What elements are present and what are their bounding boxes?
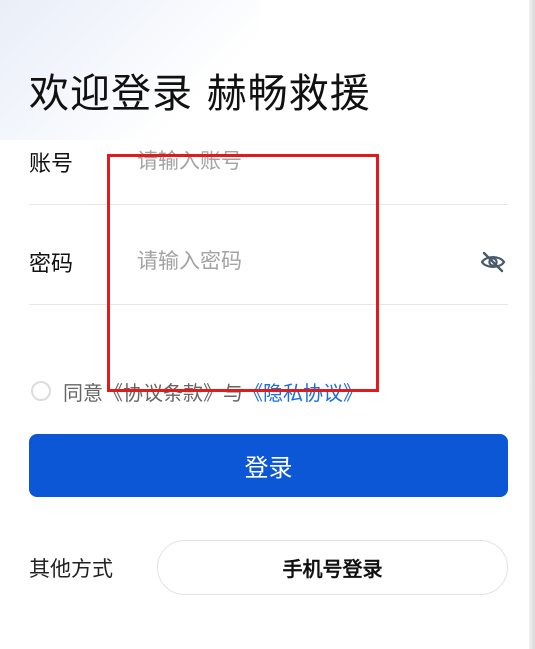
eye-slash-icon[interactable] (480, 249, 506, 275)
password-field-row: 密码 (29, 204, 508, 305)
agreement-prefix: 同意 (63, 380, 103, 405)
terms-link[interactable]: 《协议条款》 (103, 377, 223, 406)
agreement-radio[interactable] (31, 381, 51, 401)
account-label: 账号 (29, 152, 74, 177)
password-input[interactable] (137, 244, 457, 278)
account-field-row: 账号 (29, 104, 508, 205)
phone-login-button[interactable]: 手机号登录 (157, 540, 508, 595)
agreement-connector: 与 (223, 380, 243, 405)
agreement-row: 同意 《协议条款》 与 《隐私协议》 (31, 376, 363, 406)
window-edge (529, 0, 535, 649)
login-button[interactable]: 登录 (29, 434, 508, 497)
account-input[interactable] (137, 144, 457, 178)
privacy-link[interactable]: 《隐私协议》 (243, 377, 363, 406)
eye-slash-icon-graphic (480, 251, 506, 273)
password-label: 密码 (29, 252, 74, 277)
other-methods-label: 其他方式 (29, 557, 113, 581)
